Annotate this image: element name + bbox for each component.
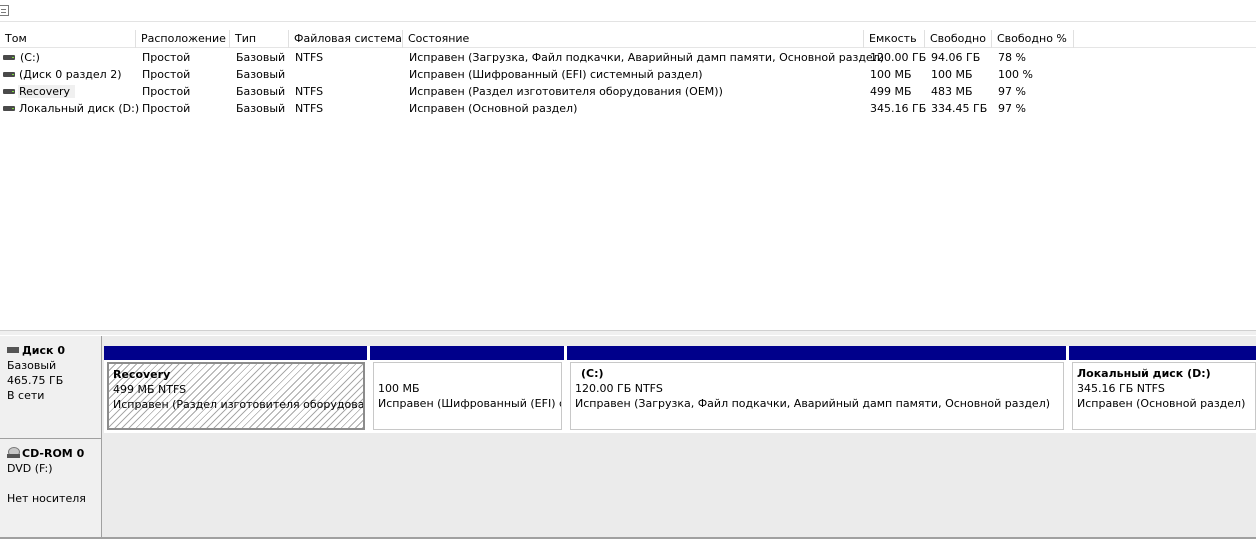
partition-efi[interactable]: 100 МБ Исправен (Шифрованный (EFI) систе… — [370, 346, 567, 433]
partition-box: Recovery 499 МБ NTFS Исправен (Раздел из… — [107, 362, 365, 430]
cdrom-area — [103, 439, 1256, 538]
volume-type: Базовый — [236, 85, 286, 98]
volume-capacity: 120.00 ГБ — [870, 51, 927, 64]
cdrom-state: Нет носителя — [7, 492, 86, 505]
volume-free: 100 МБ — [931, 68, 973, 81]
volume-status: Исправен (Раздел изготовителя оборудован… — [409, 85, 723, 98]
disk-size: 465.75 ГБ — [7, 374, 64, 387]
column-header-free[interactable]: Свободно — [925, 30, 992, 48]
column-header-capacity[interactable]: Емкость — [864, 30, 925, 48]
volume-fs — [289, 66, 295, 83]
volume-capacity: 499 МБ — [870, 85, 912, 98]
column-header-layout[interactable]: Расположение — [136, 30, 230, 48]
volume-icon — [3, 71, 15, 77]
volume-row[interactable]: (C:) Простой Базовый NTFS Исправен (Загр… — [0, 49, 1256, 66]
partition-size: 499 МБ NTFS — [113, 383, 187, 396]
volume-name: (C:) — [20, 51, 40, 64]
partition-status: Исправен (Шифрованный (EFI) системный ра… — [378, 397, 561, 410]
volume-list: Том Расположение Тип Файловая система Со… — [0, 30, 1256, 330]
partition-title: (C:) — [581, 367, 604, 380]
volume-free-percent: 97 % — [998, 102, 1026, 115]
volume-name: Recovery — [18, 85, 76, 98]
volume-icon — [3, 54, 15, 60]
partition-status: Исправен (Загрузка, Файл подкачки, Авари… — [575, 397, 1051, 410]
volume-icon — [3, 88, 15, 94]
column-header-status[interactable]: Состояние — [403, 30, 864, 48]
volume-free: 483 МБ — [931, 85, 973, 98]
volume-layout: Простой — [142, 51, 191, 64]
column-header-volume[interactable]: Том — [0, 30, 136, 48]
list-header: Том Расположение Тип Файловая система Со… — [0, 30, 1256, 48]
toolbar — [0, 0, 1256, 22]
volume-status: Исправен (Основной раздел) — [409, 102, 578, 115]
partition-bar — [567, 346, 1069, 360]
toolbar-icon[interactable] — [0, 5, 9, 16]
volume-name: (Диск 0 раздел 2) — [19, 68, 122, 81]
partition-title: Recovery — [113, 368, 171, 381]
volume-free-percent: 97 % — [998, 85, 1026, 98]
partition-size: 120.00 ГБ NTFS — [575, 382, 663, 395]
column-header-type[interactable]: Тип — [230, 30, 289, 48]
disk-type: Базовый — [7, 359, 57, 372]
partition-box: (C:) 120.00 ГБ NTFS Исправен (Загрузка, … — [570, 362, 1064, 430]
volume-row[interactable]: Recovery Простой Базовый NTFS Исправен (… — [0, 83, 1256, 100]
volume-free: 334.45 ГБ — [931, 102, 988, 115]
volume-fs: NTFS — [295, 102, 324, 115]
volume-free-percent: 78 % — [998, 51, 1026, 64]
cdrom-title: CD-ROM 0 — [22, 447, 85, 460]
volume-layout: Простой — [142, 102, 191, 115]
volume-icon — [3, 105, 15, 111]
disk-0-label[interactable]: Диск 0 Базовый 465.75 ГБ В сети — [0, 336, 102, 439]
partition-d[interactable]: Локальный диск (D:) 345.16 ГБ NTFS Испра… — [1069, 346, 1256, 433]
partition-size: 100 МБ — [378, 382, 420, 395]
volume-free-percent: 100 % — [998, 68, 1033, 81]
partition-status: Исправен (Раздел изготовителя оборудован… — [113, 398, 365, 411]
disk-graph-view: Диск 0 Базовый 465.75 ГБ В сети Recovery… — [0, 336, 1256, 539]
partition-size: 345.16 ГБ NTFS — [1077, 382, 1165, 395]
volume-fs: NTFS — [295, 51, 324, 64]
partition-bar — [370, 346, 567, 360]
partition-title: Локальный диск (D:) — [1077, 367, 1211, 380]
cdrom-drive: DVD (F:) — [7, 462, 53, 475]
partition-bar — [1069, 346, 1256, 360]
volume-fs: NTFS — [295, 85, 324, 98]
partition-recovery[interactable]: Recovery 499 МБ NTFS Исправен (Раздел из… — [104, 346, 370, 433]
column-header-filesystem[interactable]: Файловая система — [289, 30, 403, 48]
volume-row[interactable]: (Диск 0 раздел 2) Простой Базовый Исправ… — [0, 66, 1256, 83]
volume-row[interactable]: Локальный диск (D:) Простой Базовый NTFS… — [0, 100, 1256, 117]
partition-status: Исправен (Основной раздел) — [1077, 397, 1246, 410]
disk-title: Диск 0 — [22, 344, 65, 357]
partition-bar — [104, 346, 370, 360]
disk-state: В сети — [7, 389, 45, 402]
partition-c[interactable]: (C:) 120.00 ГБ NTFS Исправен (Загрузка, … — [567, 346, 1069, 433]
volume-layout: Простой — [142, 68, 191, 81]
volume-free: 94.06 ГБ — [931, 51, 981, 64]
volume-layout: Простой — [142, 85, 191, 98]
partition-box: 100 МБ Исправен (Шифрованный (EFI) систе… — [373, 362, 562, 430]
cdrom-0-label[interactable]: CD-ROM 0 DVD (F:) Нет носителя — [0, 439, 102, 538]
volume-type: Базовый — [236, 102, 286, 115]
volume-type: Базовый — [236, 51, 286, 64]
volume-name: Локальный диск (D:) — [19, 102, 140, 115]
volume-capacity: 100 МБ — [870, 68, 912, 81]
volume-type: Базовый — [236, 68, 286, 81]
cd-rom-icon — [7, 447, 20, 458]
column-header-free-percent[interactable]: Свободно % — [992, 30, 1074, 48]
volume-capacity: 345.16 ГБ — [870, 102, 927, 115]
partition-box: Локальный диск (D:) 345.16 ГБ NTFS Испра… — [1072, 362, 1256, 430]
disk-icon — [7, 346, 19, 353]
volume-status: Исправен (Шифрованный (EFI) системный ра… — [409, 68, 703, 81]
volume-status: Исправен (Загрузка, Файл подкачки, Авари… — [409, 51, 885, 64]
partition-title — [378, 366, 557, 381]
